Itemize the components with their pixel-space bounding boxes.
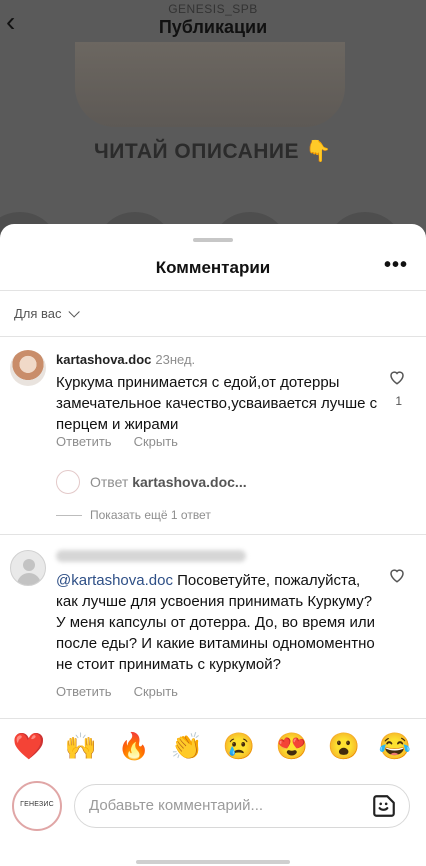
hide-button[interactable]: Скрыть — [134, 684, 178, 699]
user-avatar[interactable]: ГЕНЕЗИС — [12, 781, 62, 831]
thread-line — [56, 515, 82, 517]
clap-emoji[interactable]: 👏 — [170, 729, 204, 763]
comment-actions: Ответить Скрыть — [56, 434, 200, 449]
avatar[interactable] — [10, 350, 46, 386]
heart-icon[interactable] — [388, 566, 406, 584]
sticker-icon[interactable] — [371, 793, 397, 819]
post-image — [75, 42, 345, 127]
heart-icon[interactable] — [388, 368, 406, 386]
filter-label: Для вас — [14, 306, 62, 321]
chevron-down-icon — [67, 306, 80, 318]
hide-button[interactable]: Скрыть — [134, 434, 178, 449]
avatar[interactable] — [10, 550, 46, 586]
reply-preview[interactable]: Ответ kartashova.doc... — [56, 470, 396, 496]
divider — [0, 718, 426, 719]
reply-avatar — [56, 470, 80, 494]
comments-sheet: Комментарии ••• Для вас kartashova.doc 23… — [0, 224, 426, 866]
fire-emoji[interactable]: 🔥 — [117, 729, 151, 763]
like-count: 1 — [395, 394, 402, 408]
heart-emoji[interactable]: ❤️ — [12, 729, 46, 763]
comment-input[interactable]: Добавьте комментарий... — [74, 784, 410, 828]
post-caption: ЧИТАЙ ОПИСАНИЕ 👇 — [93, 140, 333, 163]
heart-eyes-emoji[interactable]: 😍 — [275, 729, 309, 763]
filter-dropdown[interactable]: Для вас — [14, 306, 80, 321]
surprised-emoji[interactable]: 😮 — [327, 729, 361, 763]
show-more-replies-button[interactable]: Показать ещё 1 ответ — [56, 508, 211, 522]
raised-hands-emoji[interactable]: 🙌 — [64, 729, 98, 763]
laughing-emoji[interactable]: 😂 — [378, 729, 412, 763]
mention-link[interactable]: @kartashova.doc — [56, 572, 173, 589]
reply-preview-text: Ответ kartashova.doc... — [90, 474, 247, 490]
divider — [0, 290, 426, 291]
reply-button[interactable]: Ответить — [56, 684, 112, 699]
drag-handle[interactable] — [193, 238, 233, 242]
comment-input-placeholder: Добавьте комментарий... — [89, 797, 264, 814]
header-title: Публикации — [158, 17, 268, 37]
comment-actions: Ответить Скрыть — [56, 684, 200, 699]
divider — [0, 534, 426, 535]
emoji-bar: ❤️ 🙌 🔥 👏 😢 😍 😮 😂 — [0, 729, 426, 769]
divider — [0, 336, 426, 337]
more-options-icon[interactable]: ••• — [384, 254, 408, 277]
comment-text: @kartashova.doc Посоветуйте, пожалуйста,… — [56, 572, 375, 673]
comment-username-blurred — [56, 550, 246, 562]
avatar-logo-text: ГЕНЕЗИС — [20, 801, 54, 808]
crying-emoji[interactable]: 😢 — [222, 729, 256, 763]
home-indicator — [136, 860, 290, 864]
sheet-title: Комментарии — [155, 258, 271, 277]
header-username: GENESIS_SPB — [168, 2, 258, 16]
reply-button[interactable]: Ответить — [56, 434, 112, 449]
comment-time: 23нед. — [155, 352, 196, 367]
comment-username[interactable]: kartashova.doc 23нед. — [56, 352, 195, 367]
comment-text: Куркума принимается с едой,от дотерры за… — [56, 374, 378, 433]
